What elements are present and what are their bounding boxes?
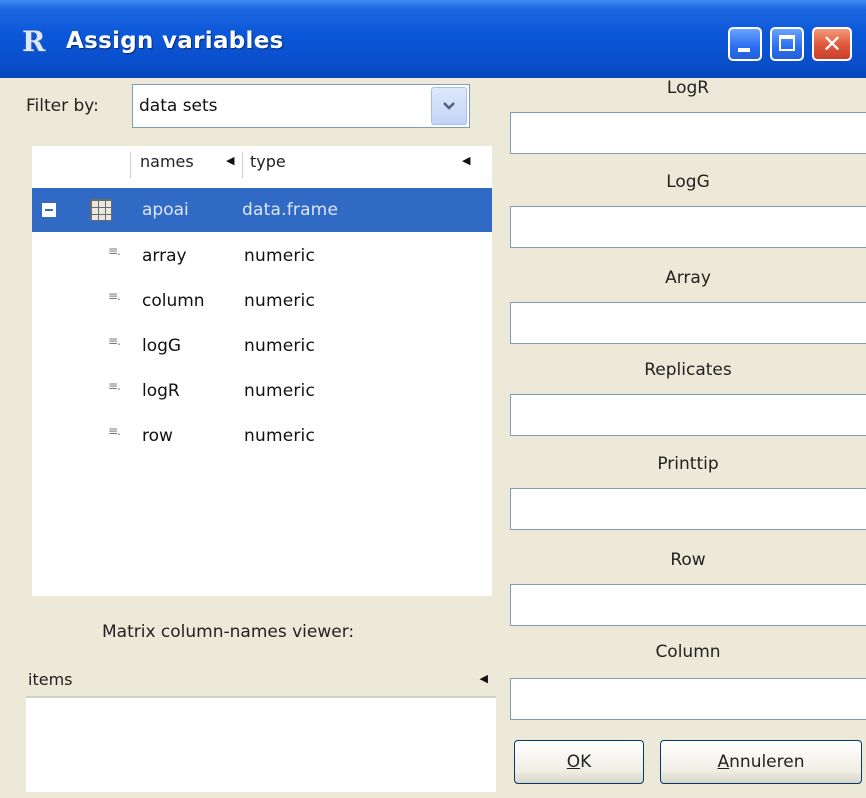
row-name: apoai — [142, 200, 189, 220]
sort-arrow-icon: ◀ — [479, 672, 488, 685]
minimize-icon — [738, 48, 750, 52]
maximize-button[interactable] — [770, 27, 804, 61]
row-name: logG — [142, 336, 182, 356]
numeric-vector-icon: ≡. — [108, 379, 121, 393]
field-input-row[interactable] — [510, 584, 866, 626]
data-frame-icon — [90, 199, 112, 221]
filter-selected-value: data sets — [139, 96, 218, 116]
sort-arrow-icon: ◀ — [226, 154, 235, 167]
ok-label-rest: K — [580, 752, 592, 772]
field-input-array[interactable] — [510, 302, 866, 344]
tree-row-column[interactable]: ≡. column numeric — [32, 279, 492, 323]
r-app-icon: R — [22, 25, 46, 58]
cancel-button[interactable]: Annuleren — [660, 740, 862, 784]
row-type: numeric — [244, 426, 316, 446]
cancel-label-rest: nnuleren — [729, 752, 805, 772]
ok-button[interactable]: OK — [514, 740, 644, 784]
chevron-down-icon — [443, 102, 455, 110]
items-header-label: items — [28, 670, 73, 689]
field-label-logr: LogR — [666, 78, 710, 98]
field-label-row: Row — [670, 550, 706, 570]
field-label-printtip: Printtip — [657, 454, 719, 474]
field-input-replicates[interactable] — [510, 394, 866, 436]
filter-label: Filter by: — [26, 96, 99, 116]
tree-row-array[interactable]: ≡. array numeric — [32, 234, 492, 278]
row-name: column — [142, 291, 205, 311]
row-type: data.frame — [242, 200, 339, 220]
collapse-icon[interactable] — [42, 203, 56, 217]
items-list[interactable] — [26, 698, 496, 792]
field-input-column[interactable] — [510, 678, 866, 720]
row-type: numeric — [244, 336, 316, 356]
minimize-button[interactable] — [728, 27, 762, 61]
numeric-vector-icon: ≡. — [108, 289, 121, 303]
maximize-icon — [779, 35, 795, 51]
column-header-names[interactable]: names ◀ — [140, 152, 234, 182]
field-label-replicates: Replicates — [644, 360, 732, 380]
items-column-header[interactable]: items ◀ — [26, 662, 496, 698]
column-header-names-label: names — [140, 152, 194, 171]
field-label-logg: LogG — [666, 172, 710, 192]
matrix-viewer-label: Matrix column-names viewer: — [102, 622, 355, 642]
row-name: row — [142, 426, 173, 446]
variables-tree[interactable]: names ◀ type ◀ apoai data.frame ≡. array… — [32, 146, 492, 596]
field-input-logg[interactable] — [510, 206, 866, 248]
tree-row-apoai[interactable]: apoai data.frame — [32, 188, 492, 232]
tree-row-logG[interactable]: ≡. logG numeric — [32, 324, 492, 368]
numeric-vector-icon: ≡. — [108, 334, 121, 348]
tree-row-logR[interactable]: ≡. logR numeric — [32, 369, 492, 413]
field-label-array: Array — [665, 268, 711, 288]
row-name: array — [142, 246, 187, 266]
close-icon: ✕ — [821, 30, 843, 58]
column-separator — [130, 152, 131, 178]
close-button[interactable]: ✕ — [812, 27, 852, 61]
column-header-type[interactable]: type ◀ — [250, 152, 470, 182]
sort-arrow-icon: ◀ — [462, 154, 471, 167]
dropdown-button[interactable] — [431, 87, 467, 125]
row-type: numeric — [244, 381, 316, 401]
field-input-logr[interactable] — [510, 112, 866, 154]
field-label-column: Column — [655, 642, 721, 662]
field-input-printtip[interactable] — [510, 488, 866, 530]
tree-row-row[interactable]: ≡. row numeric — [32, 414, 492, 458]
numeric-vector-icon: ≡. — [108, 244, 121, 258]
row-name: logR — [142, 381, 180, 401]
row-type: numeric — [244, 246, 316, 266]
assign-variables-dialog: R Assign variables ✕ Filter by: data set… — [0, 0, 866, 798]
cancel-mnemonic: A — [717, 752, 730, 772]
ok-mnemonic: O — [566, 752, 581, 772]
numeric-vector-icon: ≡. — [108, 424, 121, 438]
title-bar[interactable]: R Assign variables ✕ — [0, 0, 866, 78]
filter-dropdown[interactable]: data sets — [132, 84, 470, 128]
window-title: Assign variables — [66, 28, 284, 54]
row-type: numeric — [244, 291, 316, 311]
column-header-type-label: type — [250, 152, 286, 171]
column-separator — [242, 152, 243, 178]
